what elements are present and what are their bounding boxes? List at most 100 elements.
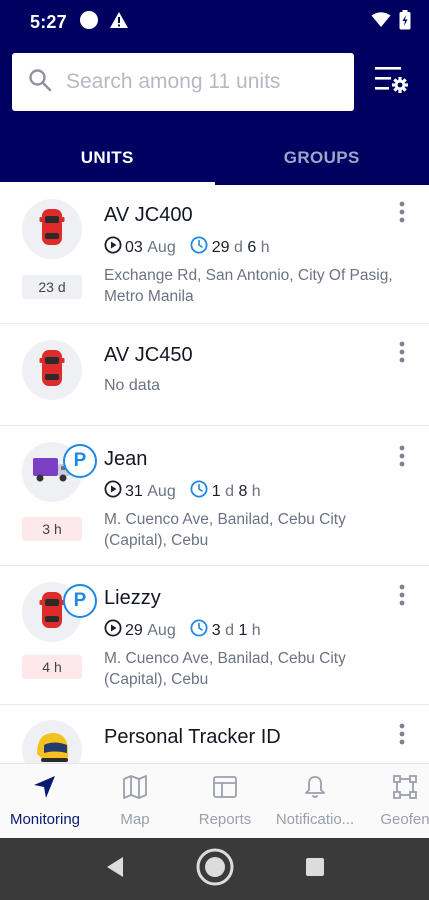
red-car-icon — [39, 348, 65, 393]
unit-meta: 31 Aug 1 d 8 h — [104, 480, 261, 503]
last-message-age: 23 d — [22, 275, 82, 299]
clock-icon — [190, 619, 208, 642]
unit-address: Exchange Rd, San Antonio, City Of Pasig,… — [104, 267, 393, 305]
more-vertical-icon — [399, 445, 405, 472]
nav-notifications[interactable]: Notificatio... — [270, 764, 360, 838]
battery-icon — [399, 10, 411, 35]
unit-row[interactable]: P 4 h Liezzy 29 Aug 3 d 1 h M. Cuenco Av… — [0, 566, 429, 705]
back-triangle-icon — [104, 855, 126, 884]
nav-reports[interactable]: Reports — [180, 764, 270, 838]
navigation-arrow-icon — [32, 774, 58, 805]
bell-icon — [302, 774, 328, 805]
last-date-day: 03 — [125, 238, 143, 256]
nav-geofences[interactable]: Geofen — [360, 764, 429, 838]
duration-a: 3 — [211, 621, 221, 639]
tabs: UNITS GROUPS — [0, 130, 429, 185]
filter-settings-icon — [373, 63, 409, 100]
red-car-icon — [39, 207, 65, 252]
last-date-month: Aug — [147, 238, 176, 256]
red-car-icon — [39, 590, 65, 635]
geofence-icon — [392, 774, 418, 805]
duration-a: 29 — [211, 238, 230, 256]
nav-map[interactable]: Map — [90, 764, 180, 838]
search-icon — [28, 68, 52, 97]
system-recents-button[interactable] — [289, 843, 341, 895]
unit-row[interactable]: AV JC450 No data — [0, 324, 429, 426]
system-navigation-bar — [0, 838, 429, 900]
search-input[interactable] — [66, 70, 346, 94]
duration-a-unit: d — [233, 238, 243, 256]
nav-label: Notificatio... — [275, 811, 355, 828]
filter-settings-button[interactable] — [368, 61, 414, 101]
unit-more-button[interactable] — [390, 443, 414, 473]
helmet-icon — [32, 728, 72, 764]
last-date-day: 29 — [125, 621, 143, 639]
unit-row[interactable]: 23 d AV JC400 03 Aug 29 d 6 h Exchange R… — [0, 185, 429, 324]
parked-badge: P — [63, 584, 97, 618]
more-vertical-icon — [399, 584, 405, 611]
play-circle-icon — [104, 236, 122, 259]
status-time: 5:27 — [30, 12, 67, 32]
unit-avatar — [22, 340, 82, 400]
unit-more-button[interactable] — [390, 721, 414, 751]
duration-a-unit: d — [225, 482, 234, 500]
duration-b-unit: h — [260, 238, 270, 256]
nav-label: Monitoring — [9, 811, 81, 828]
unit-meta: 29 Aug 3 d 1 h — [104, 619, 261, 642]
last-date-month: Aug — [147, 482, 176, 500]
bottom-navigation: Monitoring Map Reports Notificatio... Ge… — [0, 763, 429, 838]
search-box[interactable] — [12, 53, 354, 111]
reports-icon — [212, 774, 238, 805]
more-vertical-icon — [399, 201, 405, 228]
unit-address: M. Cuenco Ave, Banilad, Cebu City (Capit… — [104, 650, 346, 688]
duration-b: 8 — [238, 482, 248, 500]
home-circle-icon — [195, 847, 235, 892]
nav-monitoring[interactable]: Monitoring — [0, 764, 90, 838]
unit-name: Personal Tracker ID — [104, 726, 281, 748]
duration-b: 1 — [238, 621, 248, 639]
app-header: UNITS GROUPS — [0, 45, 429, 185]
unit-name: Liezzy — [104, 587, 161, 609]
unit-avatar — [22, 199, 82, 259]
wifi-icon — [371, 12, 391, 33]
unit-list: 23 d AV JC400 03 Aug 29 d 6 h Exchange R… — [0, 185, 429, 763]
unit-name: Jean — [104, 448, 148, 470]
parked-badge: P — [63, 444, 97, 478]
unit-name: AV JC400 — [104, 204, 193, 226]
system-back-button[interactable] — [89, 843, 141, 895]
nav-label: Reports — [198, 811, 252, 828]
system-home-button[interactable] — [189, 843, 241, 895]
last-message-age: 4 h — [22, 655, 82, 679]
last-date-day: 31 — [125, 482, 143, 500]
clock-icon — [190, 236, 208, 259]
last-date-month: Aug — [147, 621, 176, 639]
more-vertical-icon — [399, 723, 405, 750]
duration-a: 1 — [211, 482, 221, 500]
unit-more-button[interactable] — [390, 339, 414, 369]
duration-b: 6 — [247, 238, 257, 256]
duration-b-unit: h — [251, 482, 261, 500]
nav-label: Map — [120, 811, 150, 828]
tab-units[interactable]: UNITS — [0, 130, 215, 185]
nav-label: Geofen — [380, 811, 429, 828]
play-circle-icon — [104, 480, 122, 503]
unit-row[interactable]: Personal Tracker ID — [0, 705, 429, 763]
last-message-age: 3 h — [22, 517, 82, 541]
clock-icon — [190, 480, 208, 503]
unit-meta: 03 Aug 29 d 6 h — [104, 236, 270, 259]
unit-row[interactable]: P 3 h Jean 31 Aug 1 d 8 h M. Cuenco Ave,… — [0, 426, 429, 566]
warning-icon — [109, 11, 129, 34]
map-icon — [122, 774, 148, 805]
duration-a-unit: d — [225, 621, 234, 639]
unit-status-text: No data — [104, 377, 161, 394]
status-bar: 5:27 — [0, 0, 429, 45]
unit-more-button[interactable] — [390, 199, 414, 229]
duration-b-unit: h — [251, 621, 261, 639]
recents-square-icon — [304, 856, 326, 883]
unit-more-button[interactable] — [390, 582, 414, 612]
unit-avatar — [22, 720, 82, 763]
more-vertical-icon — [399, 341, 405, 368]
unit-name: AV JC450 — [104, 344, 193, 366]
unit-address: M. Cuenco Ave, Banilad, Cebu City (Capit… — [104, 511, 346, 549]
tab-groups[interactable]: GROUPS — [215, 130, 429, 185]
